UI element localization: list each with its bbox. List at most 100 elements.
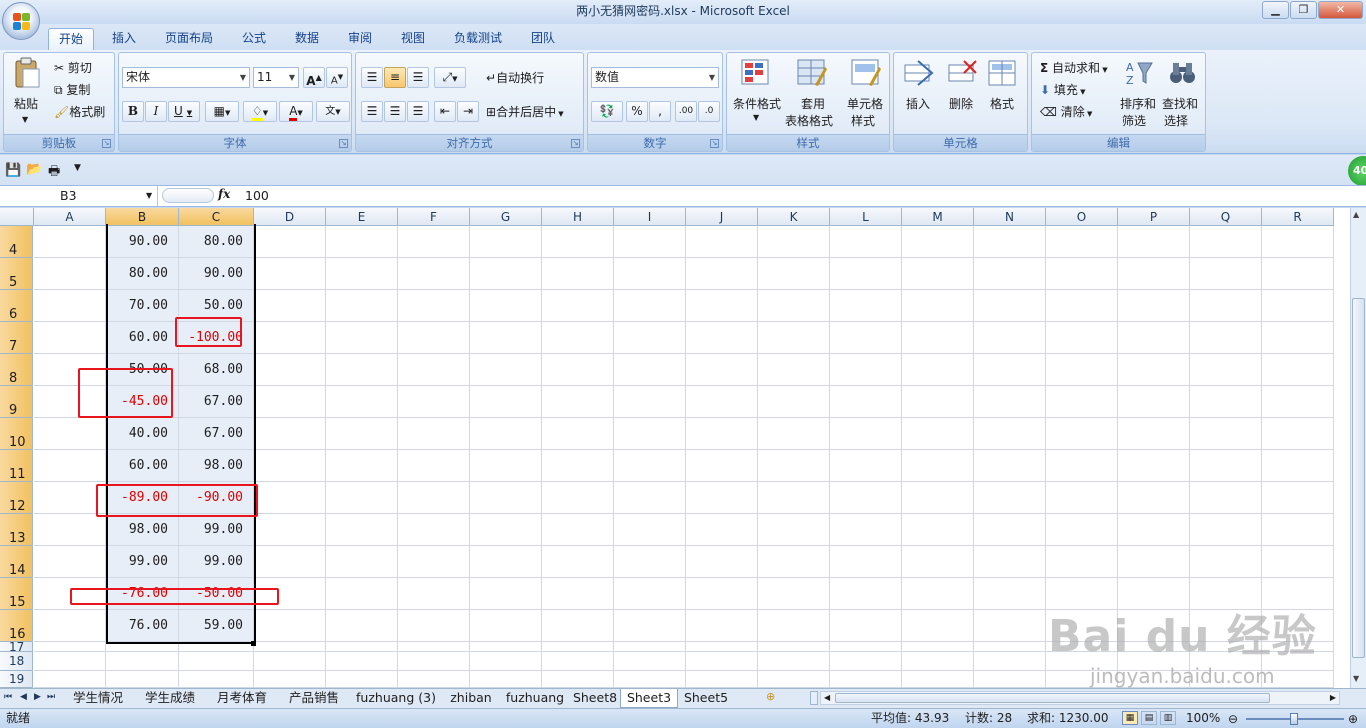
cell-c[interactable]: 98.00: [179, 450, 254, 482]
empty-cell[interactable]: [1262, 546, 1334, 578]
empty-cell[interactable]: [1262, 418, 1334, 450]
h-scroll-thumb[interactable]: [835, 693, 1270, 703]
empty-cell[interactable]: [470, 671, 542, 688]
empty-cell[interactable]: [686, 514, 758, 546]
sort-filter-label-1[interactable]: 排序和: [1120, 95, 1156, 112]
find-select-label-1[interactable]: 查找和: [1162, 95, 1198, 112]
empty-cell[interactable]: [974, 514, 1046, 546]
empty-cell[interactable]: [686, 226, 758, 258]
empty-cell[interactable]: [974, 354, 1046, 386]
paste-icon[interactable]: [13, 57, 41, 89]
row-header[interactable]: 19: [0, 671, 33, 688]
empty-cell[interactable]: [254, 226, 326, 258]
column-header-o[interactable]: O: [1046, 208, 1118, 226]
empty-cell[interactable]: [542, 546, 614, 578]
row-header[interactable]: 14: [0, 546, 33, 578]
empty-cell[interactable]: [974, 226, 1046, 258]
empty-cell[interactable]: [758, 610, 830, 642]
column-header-g[interactable]: G: [470, 208, 542, 226]
open-folder-icon[interactable]: 📂: [26, 162, 42, 177]
empty-cell[interactable]: [542, 671, 614, 688]
empty-cell[interactable]: [542, 258, 614, 290]
empty-cell[interactable]: [974, 652, 1046, 671]
empty-cell[interactable]: [902, 514, 974, 546]
empty-cell[interactable]: [830, 258, 902, 290]
table-format-icon[interactable]: [797, 59, 827, 87]
empty-cell[interactable]: [470, 418, 542, 450]
sheet-tab[interactable]: Sheet5: [678, 689, 734, 708]
empty-cell[interactable]: [542, 418, 614, 450]
empty-cell[interactable]: [398, 546, 470, 578]
zoom-out-icon[interactable]: ⊖: [1228, 710, 1238, 728]
empty-cell[interactable]: [614, 514, 686, 546]
customize-qat-icon[interactable]: ▼: [74, 163, 81, 173]
empty-cell[interactable]: [830, 386, 902, 418]
empty-cell[interactable]: [1262, 354, 1334, 386]
empty-cell[interactable]: [974, 578, 1046, 610]
row-header[interactable]: 12: [0, 482, 33, 514]
column-header-r[interactable]: R: [1262, 208, 1334, 226]
empty-cell[interactable]: [398, 514, 470, 546]
cell-c[interactable]: 99.00: [179, 546, 254, 578]
empty-cell[interactable]: [974, 258, 1046, 290]
empty-cell[interactable]: [398, 322, 470, 354]
save-icon[interactable]: 💾: [5, 163, 21, 178]
align-center-button[interactable]: ☰: [384, 101, 406, 122]
empty-cell[interactable]: [686, 546, 758, 578]
empty-cell[interactable]: [686, 642, 758, 652]
empty-cell[interactable]: [470, 322, 542, 354]
row-header[interactable]: 8: [0, 354, 33, 386]
empty-cell[interactable]: [614, 258, 686, 290]
empty-cell[interactable]: [1046, 290, 1118, 322]
empty-cell[interactable]: [830, 546, 902, 578]
empty-cell[interactable]: [542, 652, 614, 671]
cell-style-label-2[interactable]: 样式: [851, 112, 875, 129]
horizontal-scrollbar[interactable]: ◀ ▶: [820, 691, 1340, 705]
empty-cell[interactable]: [830, 418, 902, 450]
empty-cell[interactable]: [1046, 258, 1118, 290]
empty-cell[interactable]: [974, 610, 1046, 642]
empty-cell[interactable]: [902, 450, 974, 482]
row-header[interactable]: 6: [0, 290, 33, 322]
empty-cell[interactable]: [1190, 354, 1262, 386]
empty-cell[interactable]: [398, 578, 470, 610]
table-format-label-1[interactable]: 套用: [801, 95, 825, 112]
empty-cell[interactable]: [326, 652, 398, 671]
empty-cell[interactable]: [326, 418, 398, 450]
empty-cell[interactable]: [326, 610, 398, 642]
merge-center-button[interactable]: ⊞合并后居中 ▼: [486, 103, 564, 120]
column-header-q[interactable]: Q: [1190, 208, 1262, 226]
tab-review[interactable]: 审阅: [340, 28, 380, 50]
empty-cell[interactable]: [614, 226, 686, 258]
row-header[interactable]: 11: [0, 450, 33, 482]
sheet-tab[interactable]: fuzhuang (3): [350, 689, 442, 708]
sheet-tab[interactable]: Sheet3: [620, 689, 678, 708]
empty-cell[interactable]: [902, 386, 974, 418]
empty-cell[interactable]: [254, 258, 326, 290]
empty-cell[interactable]: [326, 386, 398, 418]
empty-cell[interactable]: [398, 258, 470, 290]
close-button[interactable]: ✕: [1318, 1, 1363, 19]
empty-cell[interactable]: [614, 418, 686, 450]
empty-cell[interactable]: [1262, 226, 1334, 258]
empty-cell[interactable]: [614, 354, 686, 386]
empty-cell[interactable]: [974, 482, 1046, 514]
last-sheet-icon[interactable]: ⏭: [47, 692, 55, 702]
tab-page-layout[interactable]: 页面布局: [158, 28, 220, 50]
orientation-button[interactable]: ⤢▼: [434, 67, 466, 88]
tab-view[interactable]: 视图: [393, 28, 433, 50]
empty-cell[interactable]: [542, 354, 614, 386]
empty-cell[interactable]: [542, 514, 614, 546]
table-format-label-2[interactable]: 表格格式: [785, 112, 833, 129]
empty-cell[interactable]: [1190, 322, 1262, 354]
empty-cell[interactable]: [326, 514, 398, 546]
empty-cell[interactable]: [1046, 322, 1118, 354]
empty-cell[interactable]: [614, 450, 686, 482]
empty-cell[interactable]: [254, 322, 326, 354]
cell-b[interactable]: [106, 671, 179, 688]
empty-cell[interactable]: [974, 546, 1046, 578]
empty-cell[interactable]: [686, 290, 758, 322]
cell-b[interactable]: 60.00: [106, 322, 179, 354]
sort-filter-icon[interactable]: AZ: [1124, 59, 1154, 87]
sheet-tab[interactable]: Sheet8: [570, 689, 620, 708]
